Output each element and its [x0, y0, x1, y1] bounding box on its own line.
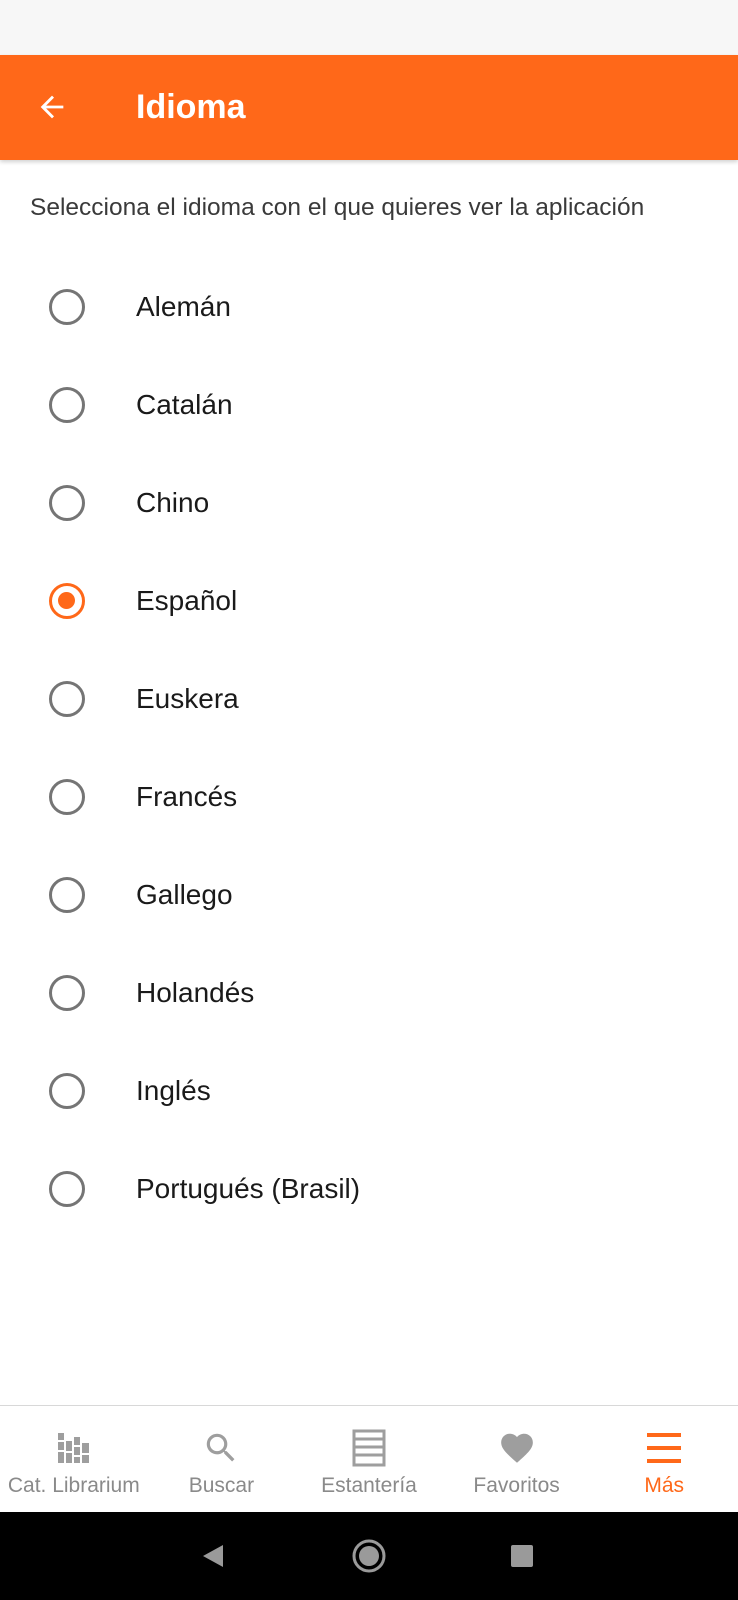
radio-button[interactable] [49, 975, 85, 1011]
triangle-back-icon [203, 1545, 223, 1567]
radio-button[interactable] [49, 681, 85, 717]
library-icon [54, 1428, 94, 1468]
nav-label: Favoritos [473, 1474, 560, 1497]
radio-button[interactable] [49, 1073, 85, 1109]
nav-item-cat-librarium[interactable]: Cat. Librarium [0, 1406, 148, 1512]
system-back-button[interactable] [193, 1536, 233, 1576]
back-button[interactable] [22, 77, 82, 137]
nav-item-favoritos[interactable]: Favoritos [443, 1406, 591, 1512]
nav-label: Más [644, 1474, 685, 1497]
language-list: Alemán Catalán Chino Español Euskera Fra… [0, 258, 738, 1238]
system-navigation-bar [0, 1512, 738, 1600]
language-label: Francés [136, 781, 238, 812]
system-home-button[interactable] [349, 1536, 389, 1576]
language-option-portugues-brasil[interactable]: Portugués (Brasil) [0, 1140, 738, 1238]
radio-button[interactable] [49, 485, 85, 521]
search-icon [201, 1428, 241, 1468]
language-option-aleman[interactable]: Alemán [0, 258, 738, 356]
language-label: Euskera [136, 683, 239, 714]
bottom-navigation: Cat. Librarium Buscar Estantería Favorit… [0, 1405, 738, 1512]
language-label: Gallego [136, 879, 233, 910]
language-option-holandes[interactable]: Holandés [0, 944, 738, 1042]
language-option-catalan[interactable]: Catalán [0, 356, 738, 454]
nav-item-mas[interactable]: Más [590, 1406, 738, 1512]
language-label: Catalán [136, 389, 233, 420]
system-recents-button[interactable] [502, 1536, 542, 1576]
menu-icon [644, 1428, 684, 1468]
square-recents-icon [511, 1545, 533, 1567]
language-option-chino[interactable]: Chino [0, 454, 738, 552]
circle-home-icon [352, 1539, 386, 1573]
radio-button[interactable] [49, 1171, 85, 1207]
nav-label: Cat. Librarium [7, 1474, 140, 1497]
language-option-ingles[interactable]: Inglés [0, 1042, 738, 1140]
shelf-icon [349, 1428, 389, 1468]
radio-button[interactable] [49, 583, 85, 619]
language-option-gallego[interactable]: Gallego [0, 846, 738, 944]
radio-button[interactable] [49, 289, 85, 325]
language-option-frances[interactable]: Francés [0, 748, 738, 846]
nav-item-buscar[interactable]: Buscar [148, 1406, 296, 1512]
nav-label: Buscar [188, 1474, 255, 1497]
language-option-euskera[interactable]: Euskera [0, 650, 738, 748]
language-label: Chino [136, 487, 210, 518]
nav-item-estanteria[interactable]: Estantería [295, 1406, 443, 1512]
description-text: Selecciona el idioma con el que quieres … [30, 194, 645, 221]
language-label: Portugués (Brasil) [136, 1173, 361, 1204]
language-option-espanol[interactable]: Español [0, 552, 738, 650]
nav-label: Estantería [321, 1474, 417, 1497]
language-label: Inglés [136, 1075, 211, 1106]
language-label: Holandés [136, 977, 255, 1008]
heart-icon [497, 1428, 537, 1468]
radio-button[interactable] [49, 877, 85, 913]
radio-button[interactable] [49, 779, 85, 815]
status-bar [0, 0, 738, 55]
app-bar: Idioma [0, 55, 738, 160]
language-label: Español [136, 585, 238, 616]
radio-button[interactable] [49, 387, 85, 423]
language-label: Alemán [136, 291, 231, 322]
arrow-left-icon [40, 95, 64, 119]
page-title: Idioma [136, 88, 246, 126]
